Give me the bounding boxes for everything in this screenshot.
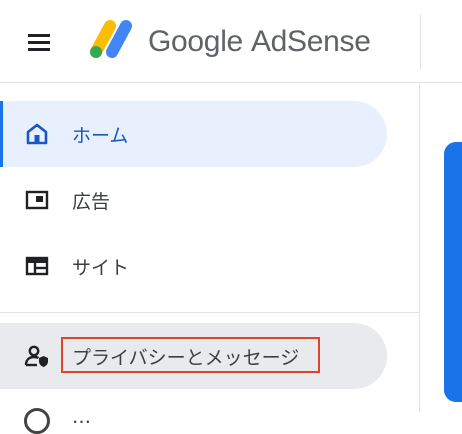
app-header: Google AdSense [0, 0, 462, 83]
annotation-highlight-box [61, 337, 320, 373]
active-indicator [0, 101, 3, 167]
home-icon [24, 121, 50, 147]
sidebar-item-ads[interactable]: 広告 [0, 167, 387, 233]
sidebar-item-label: 広告 [72, 190, 111, 213]
sites-icon [24, 253, 50, 279]
brand-google-text: Google [148, 25, 243, 58]
main-content-card [444, 142, 462, 402]
header-divider [420, 14, 421, 70]
sidebar-item-label: ホーム [72, 124, 129, 147]
sidebar-item-label: … [72, 406, 91, 428]
sidebar-item-partial[interactable]: … [0, 396, 387, 434]
sidebar-item-label: サイト [72, 256, 130, 279]
hamburger-menu-icon[interactable] [27, 30, 53, 54]
ad-unit-icon [24, 187, 50, 213]
section-divider [0, 312, 420, 313]
product-brand[interactable]: Google AdSense [148, 20, 371, 64]
brand-product-text: AdSense [250, 25, 371, 58]
adsense-logo-icon[interactable] [86, 16, 136, 60]
sidebar-item-home[interactable]: ホーム [0, 101, 387, 167]
privacy-person-icon [24, 343, 50, 369]
sidebar-item-sites[interactable]: サイト [0, 233, 387, 299]
